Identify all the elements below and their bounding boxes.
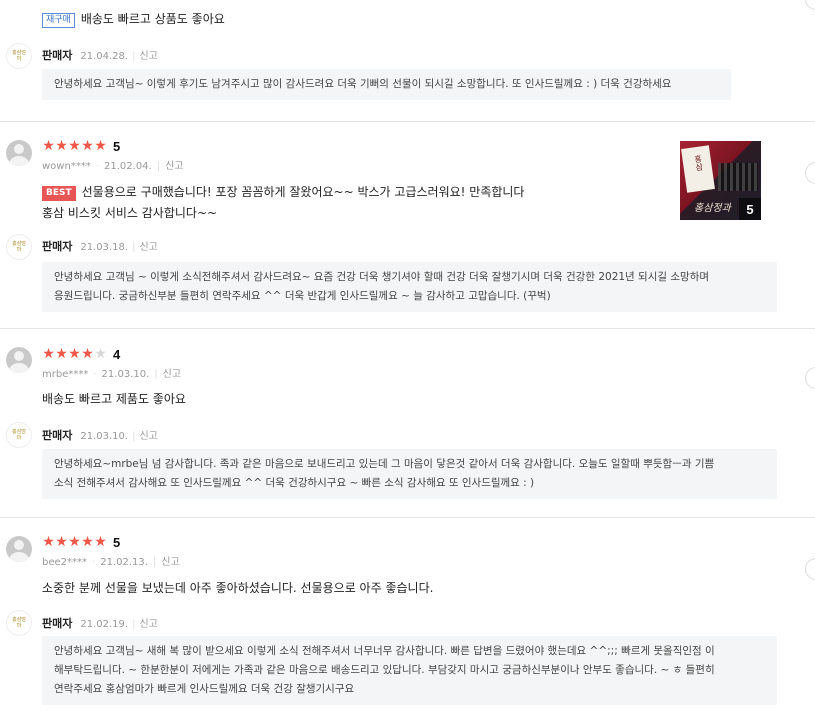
rating-stars: ★ ★ ★ ★ ★ 4: [42, 346, 120, 362]
review-item: 재구매 배송도 빠르고 상품도 좋아요 홍삼엄마 판매자 21.04.28. | 신고 …: [0, 0, 815, 122]
user-id: wown****: [42, 161, 91, 172]
review-text-line: 홍삼 비스킷 서비스 감사합니다~~: [42, 206, 218, 220]
seller-reply-header: 판매자 21.03.10. | 신고: [42, 429, 158, 442]
rating-score: 4: [113, 346, 121, 362]
seller-reply: 안녕하세요 고객님 ~ 이렇게 소식전해주셔서 감사드려요~ 요즘 건강 더욱 …: [42, 262, 777, 312]
seller-name: 판매자: [42, 240, 73, 253]
star-icon: ★: [55, 346, 68, 362]
review-text: 배송도 빠르고 제품도 좋아요: [42, 389, 186, 410]
review-text-line: 배송도 빠르고 제품도 좋아요: [42, 392, 186, 406]
review-text-line: 배송도 빠르고 상품도 좋아요: [80, 12, 225, 26]
star-icon: ★: [68, 138, 81, 154]
reply-line: 안녕하세요~mrbe님 넘 감사합니다. 족과 같은 마음으로 보내드리고 있는…: [54, 458, 715, 470]
report-link[interactable]: 신고: [139, 619, 157, 630]
seller-reply-header: 판매자 21.02.19. | 신고: [42, 617, 158, 630]
scroll-arrow-button[interactable]: [805, 558, 815, 580]
rating-score: 5: [113, 138, 121, 154]
reply-date: 21.03.10.: [80, 431, 129, 442]
seller-reply: 안녕하세요 고객님~ 이렇게 후기도 남겨주시고 많이 감사드려요 더욱 기뻐의…: [42, 69, 731, 100]
star-icon: ★: [81, 138, 94, 154]
star-icon: ★: [81, 534, 94, 550]
review-item: ★ ★ ★ ★ ★ 4 mrbe**** · 21.03.10. | 신고 배송도 빠르고 제품…: [0, 329, 815, 518]
reply-line: 연락주세요 홍삼엄마가 빠르게 인사드릴께요 더욱 건강 잘챙기시구요: [54, 683, 355, 695]
star-icon: ★: [94, 534, 107, 550]
scroll-arrow-button[interactable]: [805, 367, 815, 389]
seller-logo: 홍삼엄마: [6, 422, 32, 448]
photo-caption: 홍삼정과: [694, 203, 731, 214]
best-badge: BEST: [42, 186, 76, 201]
star-icon: ★: [42, 346, 55, 362]
scroll-arrow-button[interactable]: [805, 0, 815, 10]
review-meta: mrbe**** · 21.03.10. | 신고: [42, 369, 182, 380]
report-link[interactable]: 신고: [163, 369, 181, 380]
reply-date: 21.04.28.: [80, 51, 129, 62]
star-empty-icon: ★: [94, 346, 107, 362]
review-meta: bee2**** · 21.02.13. | 신고: [42, 557, 180, 568]
seller-name: 판매자: [42, 429, 73, 442]
user-avatar: [6, 140, 32, 166]
review-text-line: 선물용으로 구매했습니다! 포장 꼼꼼하게 잘왔어요~~ 박스가 고급스러워요!…: [81, 185, 525, 199]
report-link[interactable]: 신고: [161, 557, 179, 568]
star-icon: ★: [81, 346, 94, 362]
user-avatar: [6, 536, 32, 562]
star-icon: ★: [94, 138, 107, 154]
star-icon: ★: [68, 534, 81, 550]
report-link[interactable]: 신고: [139, 51, 157, 62]
photo-count: 5: [739, 198, 761, 220]
review-text: 소중한 분께 선물을 보냈는데 아주 좋아하셨습니다. 선물용으로 아주 좋습니…: [42, 578, 433, 599]
user-id: mrbe****: [42, 369, 89, 380]
report-link[interactable]: 신고: [139, 431, 157, 442]
star-icon: ★: [42, 534, 55, 550]
reply-line: 안녕하세요 고객님 ~ 이렇게 소식전해주셔서 감사드려요~ 요즘 건강 더욱 …: [54, 271, 710, 283]
seller-name: 판매자: [42, 49, 73, 62]
star-icon: ★: [42, 138, 55, 154]
reply-line: 소식 전해주셔서 감사해요 또 인사드릴께요 ^^ 더욱 건강하시구요 ~ 빠른…: [54, 477, 535, 489]
rating-score: 5: [113, 534, 121, 550]
review-date: 21.03.10.: [101, 369, 150, 380]
seller-reply-header: 판매자 21.04.28. | 신고: [42, 49, 158, 62]
reply-line: 안녕하세요 고객님~ 이렇게 후기도 남겨주시고 많이 감사드려요 더욱 기뻐의…: [54, 78, 672, 90]
review-meta: wown**** · 21.02.04. | 신고: [42, 161, 184, 172]
review-text-line: 소중한 분께 선물을 보냈는데 아주 좋아하셨습니다. 선물용으로 아주 좋습니…: [42, 581, 434, 595]
star-icon: ★: [68, 346, 81, 362]
photo-card-text: 홍삼: [693, 154, 705, 172]
star-icon: ★: [55, 534, 68, 550]
review-date: 21.02.13.: [100, 557, 148, 568]
review-text: BEST 선물용으로 구매했습니다! 포장 꼼꼼하게 잘왔어요~~ 박스가 고급스…: [42, 182, 524, 224]
review-text: 재구매 배송도 빠르고 상품도 좋아요: [42, 9, 225, 30]
seller-name: 판매자: [42, 617, 73, 630]
reply-line: 안녕하세요 고객님~ 새해 복 많이 받으세요 이렇게 소식 전해주셔서 너무너…: [54, 645, 715, 657]
reply-line: 응원드립니다. 궁금하신부분 들편히 연락주세요 ^^ 더욱 반갑게 인사드릴께…: [54, 290, 551, 302]
reply-date: 21.02.19.: [80, 619, 129, 630]
reply-date: 21.03.18.: [80, 242, 129, 253]
seller-reply: 안녕하세요~mrbe님 넘 감사합니다. 족과 같은 마음으로 보내드리고 있는…: [42, 449, 777, 499]
review-photo[interactable]: 홍삼 홍삼정과 5: [680, 141, 761, 220]
user-id: bee2****: [42, 557, 88, 568]
star-icon: ★: [55, 138, 68, 154]
repurchase-badge: 재구매: [42, 13, 75, 28]
seller-logo: 홍삼엄마: [6, 610, 32, 636]
scroll-arrow-button[interactable]: [805, 162, 815, 184]
rating-stars: ★ ★ ★ ★ ★ 5: [42, 534, 120, 550]
seller-logo: 홍삼엄마: [6, 43, 32, 69]
review-date: 21.02.04.: [104, 161, 152, 172]
report-link[interactable]: 신고: [139, 242, 157, 253]
seller-logo: 홍삼엄마: [6, 234, 32, 260]
user-avatar: [6, 347, 32, 373]
reply-line: 해부탁드립니다. ~ 한분한분이 저에게는 가족과 같은 마음으로 배송드리고 …: [54, 664, 715, 676]
review-item: ★ ★ ★ ★ ★ 5 bee2**** · 21.02.13. | 신고 소중한 분께 선물을…: [0, 518, 815, 724]
seller-reply: 안녕하세요 고객님~ 새해 복 많이 받으세요 이렇게 소식 전해주셔서 너무너…: [42, 636, 777, 705]
seller-reply-header: 판매자 21.03.18. | 신고: [42, 240, 158, 253]
report-link[interactable]: 신고: [165, 161, 183, 172]
rating-stars: ★ ★ ★ ★ ★ 5: [42, 138, 120, 154]
